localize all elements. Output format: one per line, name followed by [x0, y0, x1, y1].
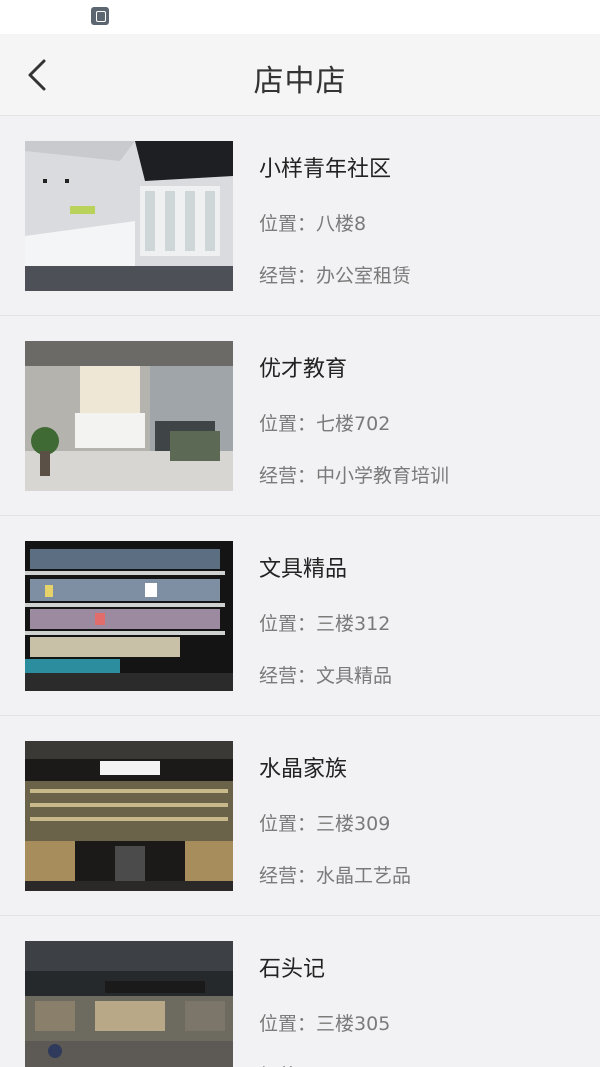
- status-bar: [0, 0, 600, 34]
- store-location: 位置：八楼8: [259, 213, 367, 235]
- nav-bar: 店中店: [0, 34, 600, 116]
- store-name: 石头记: [259, 957, 326, 982]
- store-name: 优才教育: [259, 357, 348, 382]
- store-image: [25, 541, 233, 691]
- store-location: 位置：三楼305: [259, 1013, 391, 1035]
- store-image: [25, 741, 233, 891]
- store-location: 位置：七楼702: [259, 413, 391, 435]
- notification-icon: [91, 7, 109, 25]
- store-business: 经营：办公室租赁: [259, 265, 412, 287]
- store-name: 文具精品: [259, 557, 348, 582]
- store-item[interactable]: 优才教育 位置：七楼702 经营：中小学教育培训: [0, 316, 600, 516]
- page-title: 店中店: [253, 64, 347, 99]
- store-image: [25, 941, 233, 1067]
- store-location: 位置：三楼309: [259, 813, 391, 835]
- store-name: 水晶家族: [259, 757, 348, 782]
- store-business: 经营：: [259, 1061, 316, 1067]
- store-business: 经营：中小学教育培训: [259, 465, 450, 487]
- store-list: 小样青年社区 位置：八楼8 经营：办公室租赁 优才教育 位置：七楼702 经营：…: [0, 116, 600, 1067]
- store-item[interactable]: 水晶家族 位置：三楼309 经营：水晶工艺品: [0, 716, 600, 916]
- store-image: [25, 341, 233, 491]
- store-name: 小样青年社区: [259, 157, 392, 182]
- store-item[interactable]: 文具精品 位置：三楼312 经营：文具精品: [0, 516, 600, 716]
- store-location: 位置：三楼312: [259, 613, 391, 635]
- store-item[interactable]: 石头记 位置：三楼305 经营：: [0, 916, 600, 1067]
- store-business: 经营：文具精品: [259, 665, 393, 687]
- store-business: 经营：水晶工艺品: [259, 865, 412, 887]
- store-item[interactable]: 小样青年社区 位置：八楼8 经营：办公室租赁: [0, 116, 600, 316]
- store-image: [25, 141, 233, 291]
